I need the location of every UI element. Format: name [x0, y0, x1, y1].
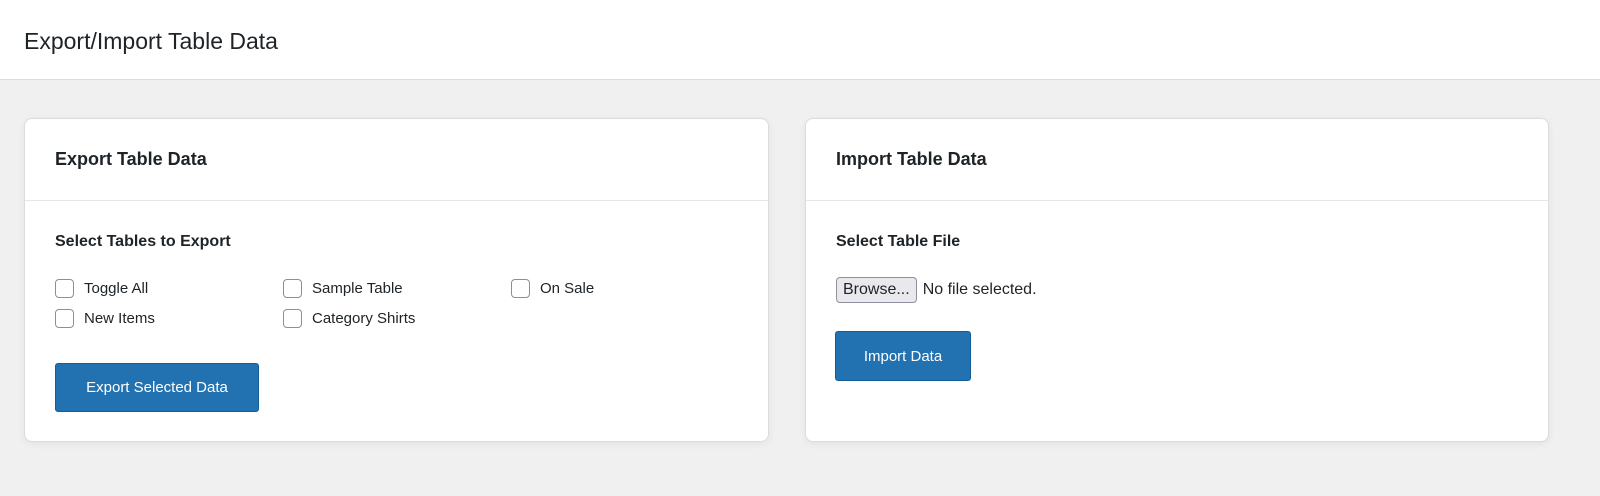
file-status: No file selected. — [922, 281, 1037, 298]
checkbox-sample-table[interactable]: Sample Table — [283, 279, 403, 298]
checkbox-on-sale[interactable]: On Sale — [511, 279, 594, 298]
import-data-button[interactable]: Import Data — [835, 331, 971, 381]
export-card-title: Export Table Data — [25, 119, 768, 201]
checkbox-icon[interactable] — [511, 279, 530, 298]
page-header: Export/Import Table Data — [0, 0, 1600, 80]
checkbox-label: On Sale — [540, 280, 595, 297]
page-title: Export/Import Table Data — [24, 28, 278, 54]
checkbox-label: Sample Table — [312, 280, 403, 297]
import-card-title: Import Table Data — [806, 119, 1548, 201]
checkbox-toggle-all[interactable]: Toggle All — [55, 279, 148, 298]
export-section-label: Select Tables to Export — [55, 233, 231, 250]
export-selected-button[interactable]: Export Selected Data — [55, 363, 259, 412]
export-card: Export Table Data Select Tables to Expor… — [24, 118, 769, 442]
checkbox-icon[interactable] — [283, 279, 302, 298]
checkbox-icon[interactable] — [55, 279, 74, 298]
checkbox-label: Category Shirts — [312, 310, 416, 327]
checkbox-label: New Items — [84, 310, 155, 327]
checkbox-label: Toggle All — [84, 280, 149, 297]
checkbox-new-items[interactable]: New Items — [55, 309, 155, 328]
file-input[interactable]: Browse... No file selected. — [836, 277, 1037, 303]
checkbox-icon[interactable] — [283, 309, 302, 328]
import-section-label: Select Table File — [836, 233, 961, 250]
import-card: Import Table Data Select Table File Brow… — [805, 118, 1549, 442]
checkbox-icon[interactable] — [55, 309, 74, 328]
checkbox-category-shirts[interactable]: Category Shirts — [283, 309, 415, 328]
browse-button[interactable]: Browse... — [836, 277, 917, 303]
